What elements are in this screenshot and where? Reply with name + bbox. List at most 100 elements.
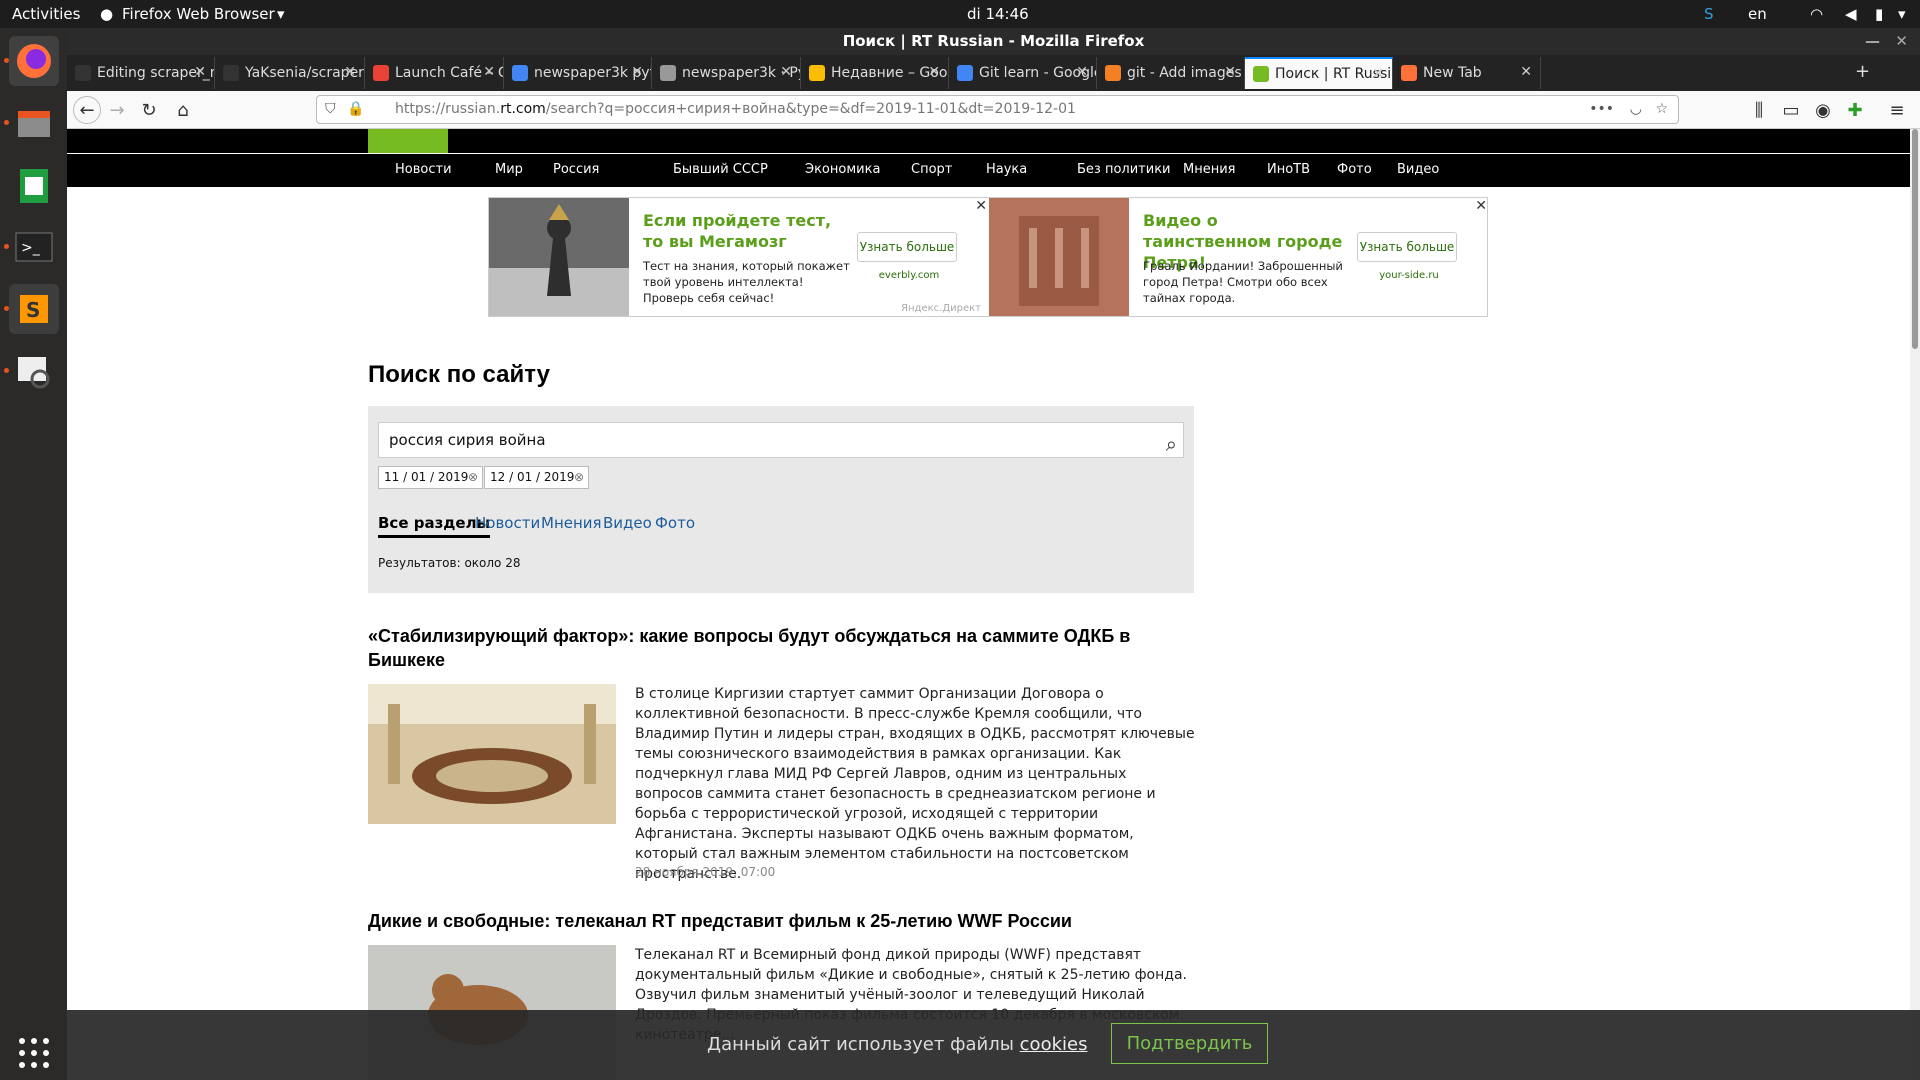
tab-video[interactable]: Видео <box>603 514 652 532</box>
search-icon[interactable]: ⌕ <box>1166 427 1177 461</box>
language-indicator[interactable]: en <box>1748 5 1767 23</box>
date-to-field[interactable]: 12 / 01 / 2019 ⊗ <box>484 466 589 489</box>
close-tab-icon[interactable]: ✕ <box>1372 66 1384 82</box>
close-tab-icon[interactable]: ✕ <box>780 64 792 80</box>
skype-icon[interactable]: S <box>1704 5 1714 23</box>
minimize-icon[interactable]: — <box>1865 28 1880 55</box>
library-icon[interactable]: ⫼ <box>1747 98 1771 122</box>
activities-button[interactable]: Activities <box>12 5 80 23</box>
new-tab-icon[interactable]: + <box>1855 61 1870 82</box>
article-title[interactable]: Дикие и свободные: телеканал RT представ… <box>368 909 1188 933</box>
petra-image[interactable] <box>989 198 1129 316</box>
search-input[interactable]: россия сирия война ⌕ <box>378 422 1184 458</box>
back-button[interactable]: ← <box>73 96 101 124</box>
browser-tab[interactable]: Поиск | RT Russian✕ <box>1245 57 1393 89</box>
ad-footer[interactable]: Яндекс.Директ <box>901 303 981 314</box>
browser-tab[interactable]: Launch Café – Goo✕ <box>365 57 504 89</box>
ad-headline[interactable]: Если пройдете тест, то вы Мегамозг <box>643 210 843 252</box>
confirm-button[interactable]: Подтвердить <box>1111 1023 1268 1064</box>
rt-logo[interactable] <box>368 129 448 153</box>
close-tab-icon[interactable]: ✕ <box>928 64 940 80</box>
lock-icon[interactable]: 🔒 <box>347 96 364 123</box>
article-title[interactable]: «Стабилизирующий фактор»: какие вопросы … <box>368 624 1188 672</box>
extension-icon[interactable]: ✚ <box>1843 98 1867 122</box>
power-menu-icon[interactable]: ▾ <box>1898 5 1906 23</box>
pocket-icon[interactable]: ◡ <box>1630 96 1642 123</box>
ad-1[interactable]: Если пройдете тест, то вы Мегамозг Тест … <box>489 198 989 316</box>
menu-item[interactable]: Бывший СССР <box>673 162 768 177</box>
close-window-icon[interactable]: ✕ <box>1895 28 1908 55</box>
menu-item[interactable]: Мир <box>495 162 523 177</box>
browser-tab[interactable]: newspaper3k pyth ✕ <box>504 57 652 89</box>
url-bar[interactable]: ⛉ 🔒 https://russian.rt.com/search?q=росс… <box>316 95 1679 124</box>
forward-button[interactable]: → <box>105 98 129 122</box>
menu-item[interactable]: Видео <box>1397 162 1439 177</box>
browser-tab[interactable]: YaKsenia/scraper ✕ <box>215 57 365 89</box>
close-icon[interactable]: ✕ <box>1475 198 1487 214</box>
files-icon[interactable] <box>9 98 59 148</box>
scrollbar-thumb[interactable] <box>1912 129 1918 349</box>
terminal-icon[interactable]: >_ <box>9 222 59 272</box>
close-tab-icon[interactable]: ✕ <box>631 64 643 80</box>
close-tab-icon[interactable]: ✕ <box>1076 64 1088 80</box>
close-tab-icon[interactable]: ✕ <box>483 64 495 80</box>
browser-tab[interactable]: git - Add images to✕ <box>1097 57 1245 89</box>
ad-domain[interactable]: your-side.ru <box>1359 270 1459 281</box>
close-icon[interactable]: ✕ <box>975 198 987 214</box>
firefox-launcher-icon[interactable] <box>9 36 59 86</box>
reload-button[interactable]: ↻ <box>137 98 161 122</box>
menu-icon[interactable]: ≡ <box>1885 98 1909 122</box>
sublime-text-icon[interactable]: S <box>9 284 59 334</box>
menu-item[interactable]: Россия <box>553 162 599 177</box>
bookmark-star-icon[interactable]: ☆ <box>1655 96 1668 123</box>
menu-item[interactable]: Спорт <box>911 162 952 177</box>
scrollbar[interactable] <box>1910 129 1920 1080</box>
browser-tab[interactable]: Editing scraper_ru ✕ <box>67 57 215 89</box>
tab-all-sections[interactable]: Все разделы <box>378 514 491 538</box>
browser-tab[interactable]: Недавние – Googl ✕ <box>801 57 949 89</box>
close-tab-icon[interactable]: ✕ <box>194 64 206 80</box>
close-tab-icon[interactable]: ✕ <box>344 64 356 80</box>
account-icon[interactable]: ◉ <box>1811 98 1835 122</box>
show-applications-icon[interactable] <box>9 1028 59 1078</box>
page-content: Новости Мир Россия Бывший СССР Экономика Спор… <box>67 129 1920 1080</box>
page-actions-icon[interactable]: ••• <box>1589 96 1614 123</box>
shield-icon[interactable]: ⛉ <box>325 96 336 123</box>
image-viewer-icon[interactable] <box>9 346 59 396</box>
wifi-icon[interactable]: ◠ <box>1810 5 1823 23</box>
ad-text[interactable]: Грааль Иордании! Заброшенный город Петра… <box>1143 258 1353 306</box>
sidebar-icon[interactable]: ▭ <box>1779 98 1803 122</box>
ad-domain[interactable]: everbly.com <box>859 270 959 281</box>
tab-photo[interactable]: Фото <box>655 514 695 532</box>
date-from-field[interactable]: 11 / 01 / 2019 ⊗ <box>378 466 483 489</box>
volume-icon[interactable]: ◀ <box>1845 5 1857 23</box>
browser-tab[interactable]: newspaper3k · PyP✕ <box>652 57 801 89</box>
menu-item[interactable]: Мнения <box>1183 162 1235 177</box>
menu-item[interactable]: Экономика <box>805 162 880 177</box>
tab-opinions[interactable]: Мнения <box>541 514 602 532</box>
ad-learn-more-button[interactable]: Узнать больше <box>857 232 957 262</box>
clear-icon[interactable]: ⊗ <box>574 467 584 488</box>
clock[interactable]: di 14:46 <box>967 5 1029 23</box>
battery-icon[interactable]: ▮ <box>1875 5 1883 23</box>
app-menu[interactable]: Firefox Web Browser <box>122 5 275 23</box>
spreadsheet-icon[interactable] <box>9 160 59 210</box>
menu-item[interactable]: ИноТВ <box>1267 162 1310 177</box>
close-tab-icon[interactable]: ✕ <box>1520 64 1532 80</box>
menu-item[interactable]: Фото <box>1337 162 1372 177</box>
menu-item[interactable]: Без политики <box>1077 162 1171 177</box>
clear-icon[interactable]: ⊗ <box>468 467 478 488</box>
cookies-link[interactable]: cookies <box>1020 1034 1088 1055</box>
chess-image[interactable] <box>489 198 629 316</box>
browser-tab[interactable]: New Tab ✕ <box>1393 57 1541 89</box>
home-button[interactable]: ⌂ <box>171 98 195 122</box>
browser-tab[interactable]: Git learn - Google ✕ <box>949 57 1097 89</box>
tab-news[interactable]: Новости <box>475 514 540 532</box>
menu-item[interactable]: Новости <box>395 162 452 177</box>
article-image[interactable] <box>368 684 616 824</box>
ad-2[interactable]: Видео о таинственном городе Петра! Граал… <box>989 198 1489 316</box>
close-tab-icon[interactable]: ✕ <box>1224 64 1236 80</box>
ad-text[interactable]: Тест на знания, который покажет твой уро… <box>643 258 853 306</box>
ad-learn-more-button[interactable]: Узнать больше <box>1357 232 1457 262</box>
menu-item[interactable]: Наука <box>986 162 1027 177</box>
